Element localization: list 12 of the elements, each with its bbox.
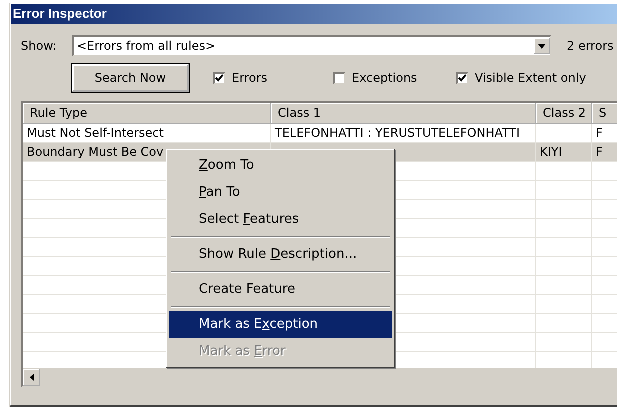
error-count: 2 errors <box>567 39 614 53</box>
table-cell: TELEFONHATTI : YERUSTUTELEFONHATTI <box>275 126 520 140</box>
checkbox-label: Exceptions <box>352 71 418 85</box>
checkbox-label: Errors <box>232 71 268 85</box>
table-cell: F <box>596 145 603 159</box>
table-cell: Boundary Must Be Cov <box>27 145 164 159</box>
window-title: Error Inspector <box>11 4 617 24</box>
table-cell: F <box>596 126 603 140</box>
table-cell: Must Not Self-Intersect <box>27 126 164 140</box>
checkbox-label: Visible Extent only <box>475 71 586 85</box>
show-label: Show: <box>21 39 58 53</box>
table-cell: KIYI <box>540 145 562 159</box>
